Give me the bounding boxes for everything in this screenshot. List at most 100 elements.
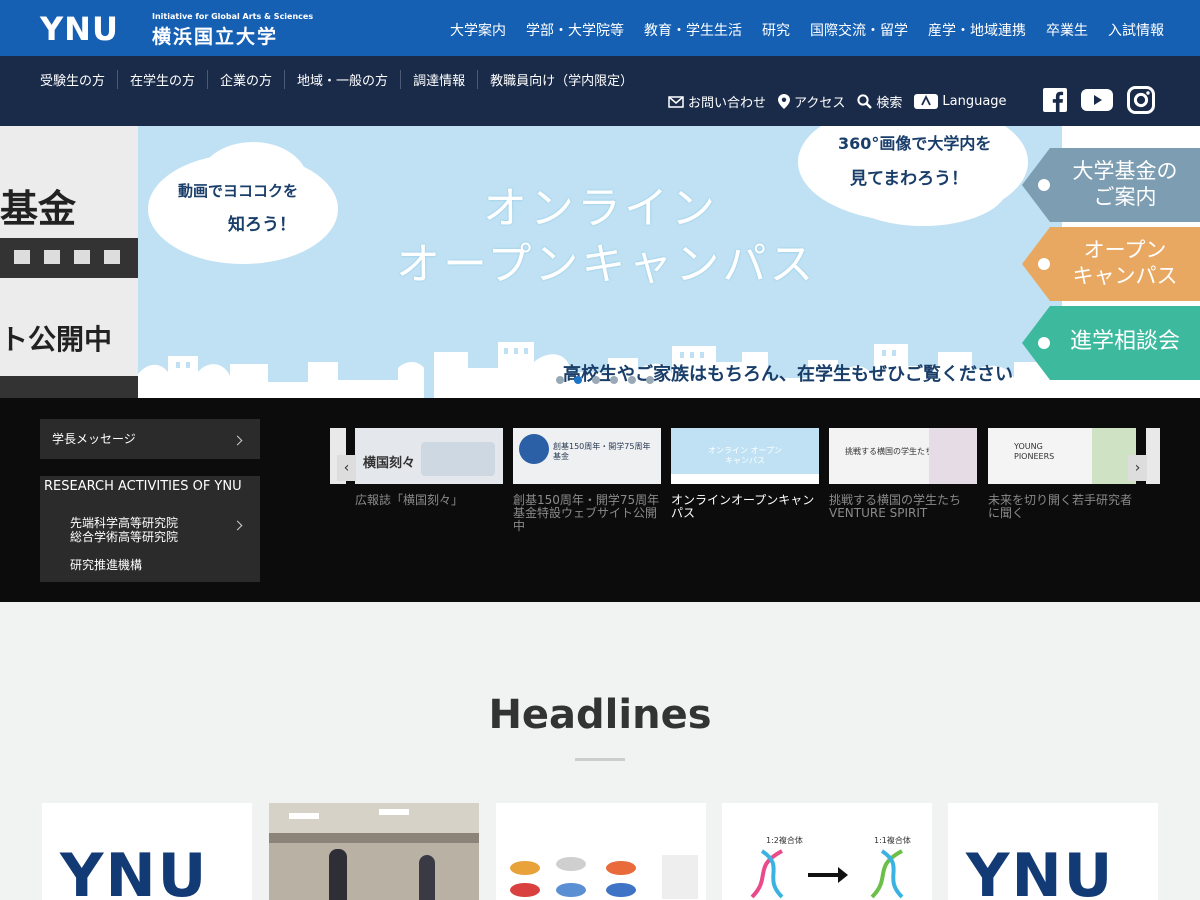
side-tag-fund[interactable]: 大学基金の ご案内 [1022,148,1200,222]
bubble-text: 見てまわろう！ [850,169,969,189]
side-tag-label: 大学基金の [1072,159,1178,183]
slider-dots [556,376,654,384]
facebook-icon[interactable] [1043,88,1067,112]
slider-dot[interactable] [646,376,654,384]
hero-title: オープンキャンパス [396,239,817,290]
research-institute-link[interactable]: 先端科学高等研究院 総合学術高等研究院 [70,516,178,544]
slider-dot[interactable] [592,376,600,384]
top-bar: YNU Initiative for Global Arts & Science… [0,0,1200,56]
thumbnail-text: 挑戦する横国の学生たち [845,447,933,456]
slider-dot[interactable] [628,376,636,384]
heading-underline [575,758,625,761]
news-photo-room [269,843,479,900]
news-card[interactable] [496,803,706,900]
audience-nav-item[interactable]: 企業の方 [207,70,284,89]
chevron-right-icon [232,520,243,531]
search-label: 検索 [876,96,903,111]
research-promotion-link[interactable]: 研究推進機構 [70,556,142,573]
carousel-card-partial[interactable] [1146,428,1160,484]
card-caption: 広報誌「横国刻々」 [355,493,464,507]
contact-label: お問い合わせ [688,96,767,111]
news-logo: YNU [966,841,1115,900]
social-links [1043,86,1155,114]
news-card[interactable]: YNU [42,803,252,900]
news-figure-label: 1:1複合体 [874,836,911,845]
news-card[interactable]: YNU [948,803,1158,900]
access-link[interactable]: アクセス [778,92,845,111]
main-nav-item[interactable]: 国際交流・留学 [810,20,908,40]
language-label: Language [942,94,1007,109]
carousel-card[interactable]: 創基150周年・開学75周年基金 創基150周年・開学75周年基金特設ウェブサイ… [513,428,661,533]
slider-dot-active[interactable] [574,376,582,384]
hero-slide-online-open-campus[interactable]: 動画でヨココクを 知ろう！ 360°画像で大学内を 見てまわろう！ オンライン … [138,126,1062,398]
language-link[interactable]: Language [914,94,1007,109]
film-strip-decoration [0,238,138,278]
carousel-next-button[interactable]: › [1128,455,1147,481]
contact-link[interactable]: お問い合わせ [668,92,766,111]
chevron-right-icon [232,435,243,446]
news-photo-light [379,809,409,815]
previous-slide-preview[interactable]: 基金 ト公開中 [0,126,138,398]
main-nav-item[interactable]: 学部・大学院等 [526,20,624,40]
slider-dot[interactable] [556,376,564,384]
thumbnail-graphic [929,428,977,484]
audience-nav-item[interactable]: 調達情報 [400,70,477,89]
news-logo: YNU [60,841,209,900]
card-thumbnail: 挑戦する横国の学生たち [829,428,977,484]
logo-subtitle: Initiative for Global Arts & Sciences [152,12,314,21]
instagram-icon[interactable] [1127,86,1155,114]
president-message-link[interactable]: 学長メッセージ [40,419,260,459]
research-activities-title: RESEARCH ACTIVITIES OF YNU [44,479,242,494]
news-figure-shape [510,883,540,897]
carousel-card[interactable]: 挑戦する横国の学生たち 挑戦する横国の学生たち VENTURE SPIRIT [829,428,977,520]
audience-nav-item[interactable]: 地域・一般の方 [284,70,400,89]
logo-text: YNU [40,10,119,48]
side-tag-open-campus[interactable]: オープン キャンパス [1022,227,1200,301]
language-icon [914,94,939,109]
utility-nav: お問い合わせ アクセス 検索 Language [668,92,1007,111]
carousel-card-active[interactable]: オンライン オープンキャンパス オンラインオープンキャンパス [671,428,819,520]
thumbnail-text: YOUNG PIONEERS [1014,442,1055,461]
thumbnail-emblem [519,434,549,464]
carousel-card[interactable]: 横国刻々 広報誌「横国刻々」 [355,428,503,507]
feature-carousel: 横国刻々 広報誌「横国刻々」 創基150周年・開学75周年基金 創基150周年・… [330,428,1160,568]
logo-japanese: 横浜国立大学 [152,26,279,48]
thumbnail-text: 創基150周年・開学75周年基金 [553,442,651,461]
youtube-icon[interactable] [1081,89,1113,111]
main-nav-item[interactable]: 教育・学生生活 [644,20,742,40]
news-figure-shape [510,861,540,875]
audience-nav-item[interactable]: 受験生の方 [40,70,117,89]
news-card[interactable] [269,803,479,900]
search-link[interactable]: 検索 [857,92,902,111]
card-caption: 未来を切り開く若手研究者に聞く [988,493,1133,520]
news-figure-helix [750,849,904,899]
main-nav-item[interactable]: 入試情報 [1108,20,1164,40]
side-tag-label: オープン [1083,238,1167,262]
thumbnail-graphic [421,442,495,476]
news-photo-light [289,813,319,819]
audience-nav-item[interactable]: 教職員向け（学内限定） [477,70,645,89]
side-tag-label: 進学相談会 [1069,329,1180,354]
bubble-text: 動画でヨココクを [178,182,299,200]
news-photo-person [329,849,347,900]
main-nav-item[interactable]: 卒業生 [1046,20,1088,40]
news-card[interactable]: 1:2複合体 1:1複合体 [722,803,932,900]
carousel-card[interactable]: YOUNG PIONEERS 未来を切り開く若手研究者に聞く [988,428,1136,520]
card-thumbnail: オンライン オープンキャンパス [671,428,819,484]
audience-nav-item[interactable]: 在学生の方 [117,70,207,89]
news-figure-shape [606,861,636,875]
main-nav-item[interactable]: 研究 [762,20,790,40]
main-nav-item[interactable]: 大学案内 [450,20,506,40]
bubble-text: 知ろう！ [228,215,296,235]
main-nav-item[interactable]: 産学・地域連携 [928,20,1026,40]
hero-slider[interactable]: 基金 ト公開中 動画でヨココクを 知ろう！ 360°画像で大学内を 見てまわろう… [0,126,1200,398]
audience-nav: 受験生の方 在学生の方 企業の方 地域・一般の方 調達情報 教職員向け（学内限定… [40,70,645,89]
research-institute-label: 総合学術高等研究院 [70,530,179,544]
news-photo-person [419,855,435,900]
side-tag-label: ご案内 [1093,185,1157,209]
research-institute-label: 先端科学高等研究院 [70,516,179,530]
slider-dot[interactable] [610,376,618,384]
carousel-prev-button[interactable]: ‹ [337,455,356,481]
site-logo[interactable]: YNU Initiative for Global Arts & Science… [40,10,313,48]
side-tag-consultation[interactable]: 進学相談会 [1022,306,1200,380]
